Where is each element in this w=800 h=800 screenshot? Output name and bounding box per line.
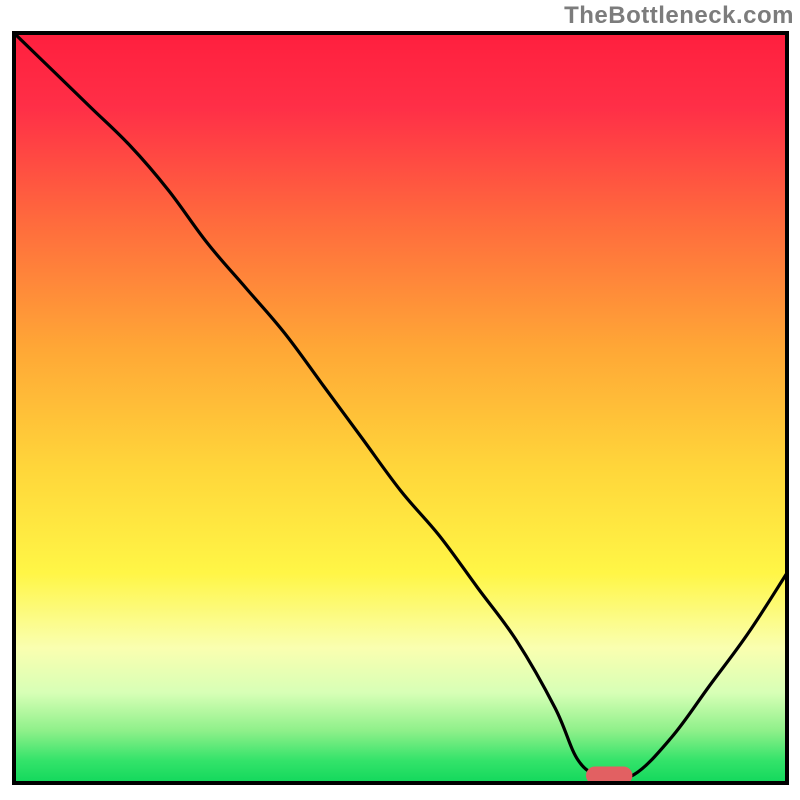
bottleneck-chart <box>0 0 800 800</box>
chart-container: TheBottleneck.com <box>0 0 800 800</box>
watermark-text: TheBottleneck.com <box>564 2 794 30</box>
